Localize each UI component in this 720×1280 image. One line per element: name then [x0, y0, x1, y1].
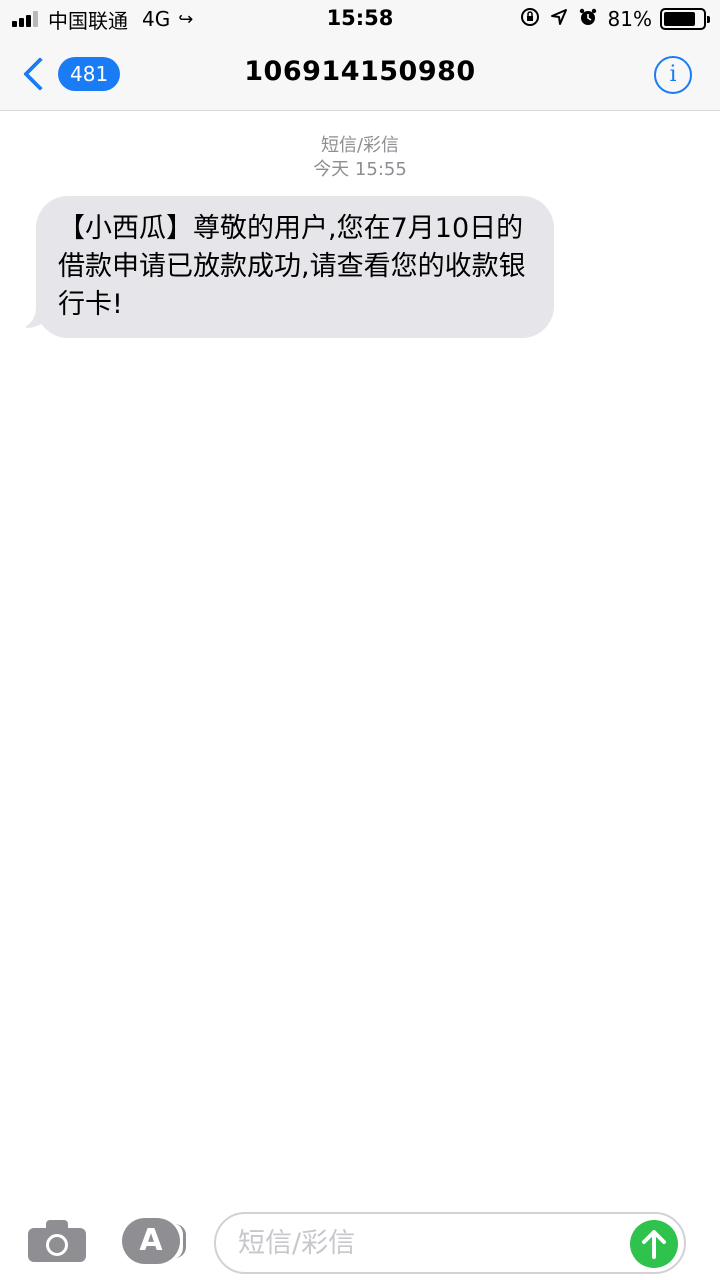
message-type-label: 短信/彩信: [320, 135, 400, 156]
battery-icon: [660, 8, 710, 30]
message-timestamp: 今天 15:55: [313, 159, 407, 180]
status-bar: 中国联通 4G ↪ 15:58 81%: [0, 0, 720, 40]
messages-screen: 中国联通 4G ↪ 15:58 81% 481 106914150980 i 短…: [0, 0, 720, 1280]
battery-percent: 81%: [607, 7, 652, 31]
info-button[interactable]: i: [654, 56, 692, 94]
camera-button[interactable]: [28, 1220, 86, 1262]
camera-lens-icon: [46, 1234, 68, 1256]
incoming-message-bubble[interactable]: 【小西瓜】尊敬的用户,您在7月10日的借款申请已放款成功,请查看您的收款银行卡!: [36, 196, 554, 338]
conversation-title: 106914150980: [244, 56, 476, 87]
orientation-lock-icon: [520, 7, 540, 32]
thread-header: 短信/彩信 今天 15:55: [0, 134, 720, 182]
status-right: 81%: [510, 6, 710, 32]
location-icon: [550, 8, 568, 31]
alarm-icon: [578, 7, 598, 32]
composer-bar: A: [0, 1200, 720, 1280]
message-input[interactable]: [214, 1212, 686, 1274]
send-button[interactable]: [630, 1220, 678, 1268]
appstore-button[interactable]: A: [122, 1218, 186, 1264]
arrow-up-icon: [642, 1230, 666, 1259]
navigation-bar: 481 106914150980 i: [0, 40, 720, 111]
battery-fill: [664, 12, 695, 26]
